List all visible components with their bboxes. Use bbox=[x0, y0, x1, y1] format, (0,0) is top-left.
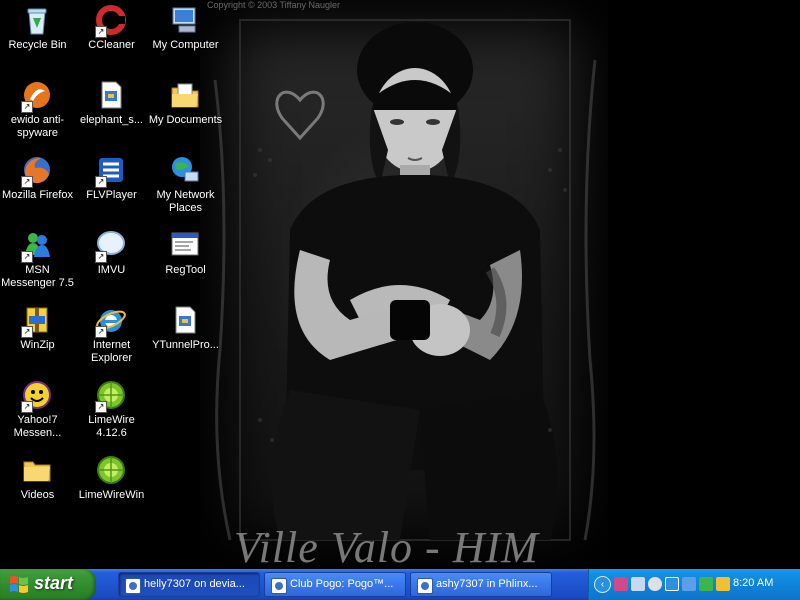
taskbar: start helly7307 on devia... Club Pogo: P… bbox=[0, 569, 800, 600]
network-icon[interactable] bbox=[614, 577, 628, 591]
desktop-icon-recycle-bin[interactable]: Recycle Bin bbox=[0, 2, 75, 72]
desktop-icon-label: My Network Places bbox=[156, 189, 215, 214]
desktop-icon-label: YTunnelPro... bbox=[152, 339, 219, 351]
recycle-bin-icon bbox=[27, 8, 47, 35]
shortcut-arrow-icon: ↗ bbox=[21, 326, 33, 338]
desktop-icon-regtool[interactable]: RegTool bbox=[148, 227, 223, 297]
desktop[interactable]: Copyright © 2003 Tiffany Naugler Ville V… bbox=[0, 0, 800, 569]
desktop-icon-imvu[interactable]: ↗ IMVU bbox=[74, 227, 149, 297]
desktop-icon-label: Mozilla Firefox bbox=[2, 189, 73, 201]
security-icon[interactable] bbox=[682, 577, 696, 591]
desktop-icon-ccleaner[interactable]: ↗ CCleaner bbox=[74, 2, 149, 72]
browser-window-icon bbox=[417, 578, 433, 594]
wallpaper: Copyright © 2003 Tiffany Naugler Ville V… bbox=[200, 0, 608, 569]
desktop-icon-ytunnelpro[interactable]: YTunnelPro... bbox=[148, 302, 223, 372]
browser-window-icon bbox=[125, 578, 141, 594]
chevron-left-icon[interactable]: ‹ bbox=[594, 576, 611, 593]
desktop-icon-label: LimeWire 4.12.6 bbox=[88, 414, 135, 439]
messenger-tray-icon[interactable] bbox=[699, 577, 713, 591]
desktop-icon-internet-explorer[interactable]: ↗ Internet Explorer bbox=[74, 302, 149, 372]
browser-window-icon bbox=[271, 578, 287, 594]
taskbar-button-phlinx[interactable]: ashy7307 in Phlinx... bbox=[410, 572, 552, 597]
desktop-icon-label: Recycle Bin bbox=[8, 39, 67, 51]
desktop-icon-mozilla-firefox[interactable]: ↗ Mozilla Firefox bbox=[0, 152, 75, 222]
desktop-icon-winzip[interactable]: ↗ WinZip bbox=[0, 302, 75, 372]
desktop-icon-label: MSN Messenger 7.5 bbox=[1, 264, 74, 289]
desktop-icon-label: elephant_s... bbox=[80, 114, 143, 126]
desktop-icon-label: FLVPlayer bbox=[86, 189, 137, 201]
start-button[interactable]: start bbox=[0, 569, 96, 600]
limewire-icon bbox=[97, 456, 125, 484]
wallpaper-photo bbox=[213, 19, 597, 541]
desktop-icon-ewido[interactable]: ↗ ewido anti-spyware bbox=[0, 77, 75, 147]
msn-tray-icon[interactable] bbox=[648, 577, 662, 591]
desktop-icon-limewire[interactable]: ↗ LimeWire 4.12.6 bbox=[74, 377, 149, 447]
document-icon bbox=[175, 306, 196, 334]
regtool-icon bbox=[171, 232, 199, 256]
desktop-icon-label: CCleaner bbox=[88, 39, 135, 51]
desktop-icon-limewirewin[interactable]: LimeWireWin bbox=[74, 452, 149, 522]
desktop-icon-my-documents[interactable]: My Documents bbox=[148, 77, 223, 147]
shortcut-arrow-icon: ↗ bbox=[21, 176, 33, 188]
shortcut-arrow-icon: ↗ bbox=[95, 26, 107, 38]
taskbar-button-club-pogo[interactable]: Club Pogo: Pogo™... bbox=[264, 572, 406, 597]
desktop-icon-label: My Documents bbox=[148, 114, 223, 126]
desktop-icon-label: LimeWireWin bbox=[78, 489, 145, 501]
taskbar-button-label: ashy7307 in Phlinx... bbox=[436, 578, 538, 590]
shortcut-arrow-icon: ↗ bbox=[21, 101, 33, 113]
shortcut-arrow-icon: ↗ bbox=[21, 401, 33, 413]
shortcut-arrow-icon: ↗ bbox=[21, 251, 33, 263]
desktop-icon-label: Yahoo!7 Messen... bbox=[13, 414, 62, 439]
desktop-icon-label: WinZip bbox=[20, 339, 55, 351]
taskbar-button-label: Club Pogo: Pogo™... bbox=[290, 578, 394, 590]
desktop-icon-label: My Computer bbox=[152, 39, 219, 51]
desktop-icon-label: IMVU bbox=[97, 264, 126, 276]
desktop-icon-label: Videos bbox=[20, 489, 55, 501]
desktop-icon-yahoo-messenger[interactable]: ↗ Yahoo!7 Messen... bbox=[0, 377, 75, 447]
desktop-icon-my-computer[interactable]: My Computer bbox=[148, 2, 223, 72]
display-icon[interactable] bbox=[716, 577, 730, 591]
clock[interactable]: 8:20 AM bbox=[733, 577, 773, 589]
network-places-icon bbox=[172, 157, 199, 182]
taskbar-button-devianart[interactable]: helly7307 on devia... bbox=[118, 572, 260, 597]
desktop-icon-label: RegTool bbox=[165, 264, 206, 276]
windows-logo-icon bbox=[10, 576, 28, 593]
desktop-icon-videos[interactable]: Videos bbox=[0, 452, 75, 522]
desktop-icon-my-network-places[interactable]: My Network Places bbox=[148, 152, 223, 222]
desktop-icon-label: ewido anti-spyware bbox=[10, 114, 65, 139]
start-label: start bbox=[34, 573, 74, 593]
taskbar-button-label: helly7307 on devia... bbox=[144, 578, 245, 590]
desktop-icon-elephant[interactable]: elephant_s... bbox=[74, 77, 149, 147]
shortcut-arrow-icon: ↗ bbox=[95, 251, 107, 263]
document-icon bbox=[101, 81, 122, 109]
system-tray: ‹ 8:20 AM bbox=[588, 569, 800, 600]
shortcut-arrow-icon: ↗ bbox=[95, 401, 107, 413]
wallpaper-signature: Ville Valo - HIM bbox=[234, 523, 539, 569]
update-icon[interactable] bbox=[665, 577, 679, 591]
speaker-icon[interactable] bbox=[631, 577, 645, 591]
shortcut-arrow-icon: ↗ bbox=[95, 176, 107, 188]
desktop-icon-label: Internet Explorer bbox=[91, 339, 132, 364]
folder-icon bbox=[23, 461, 51, 482]
desktop-icon-msn-messenger[interactable]: ↗ MSN Messenger 7.5 bbox=[0, 227, 75, 297]
shortcut-arrow-icon: ↗ bbox=[95, 326, 107, 338]
my-computer-icon bbox=[172, 7, 196, 33]
my-documents-icon bbox=[171, 83, 199, 108]
desktop-icon-flvplayer[interactable]: ↗ FLVPlayer bbox=[74, 152, 149, 222]
